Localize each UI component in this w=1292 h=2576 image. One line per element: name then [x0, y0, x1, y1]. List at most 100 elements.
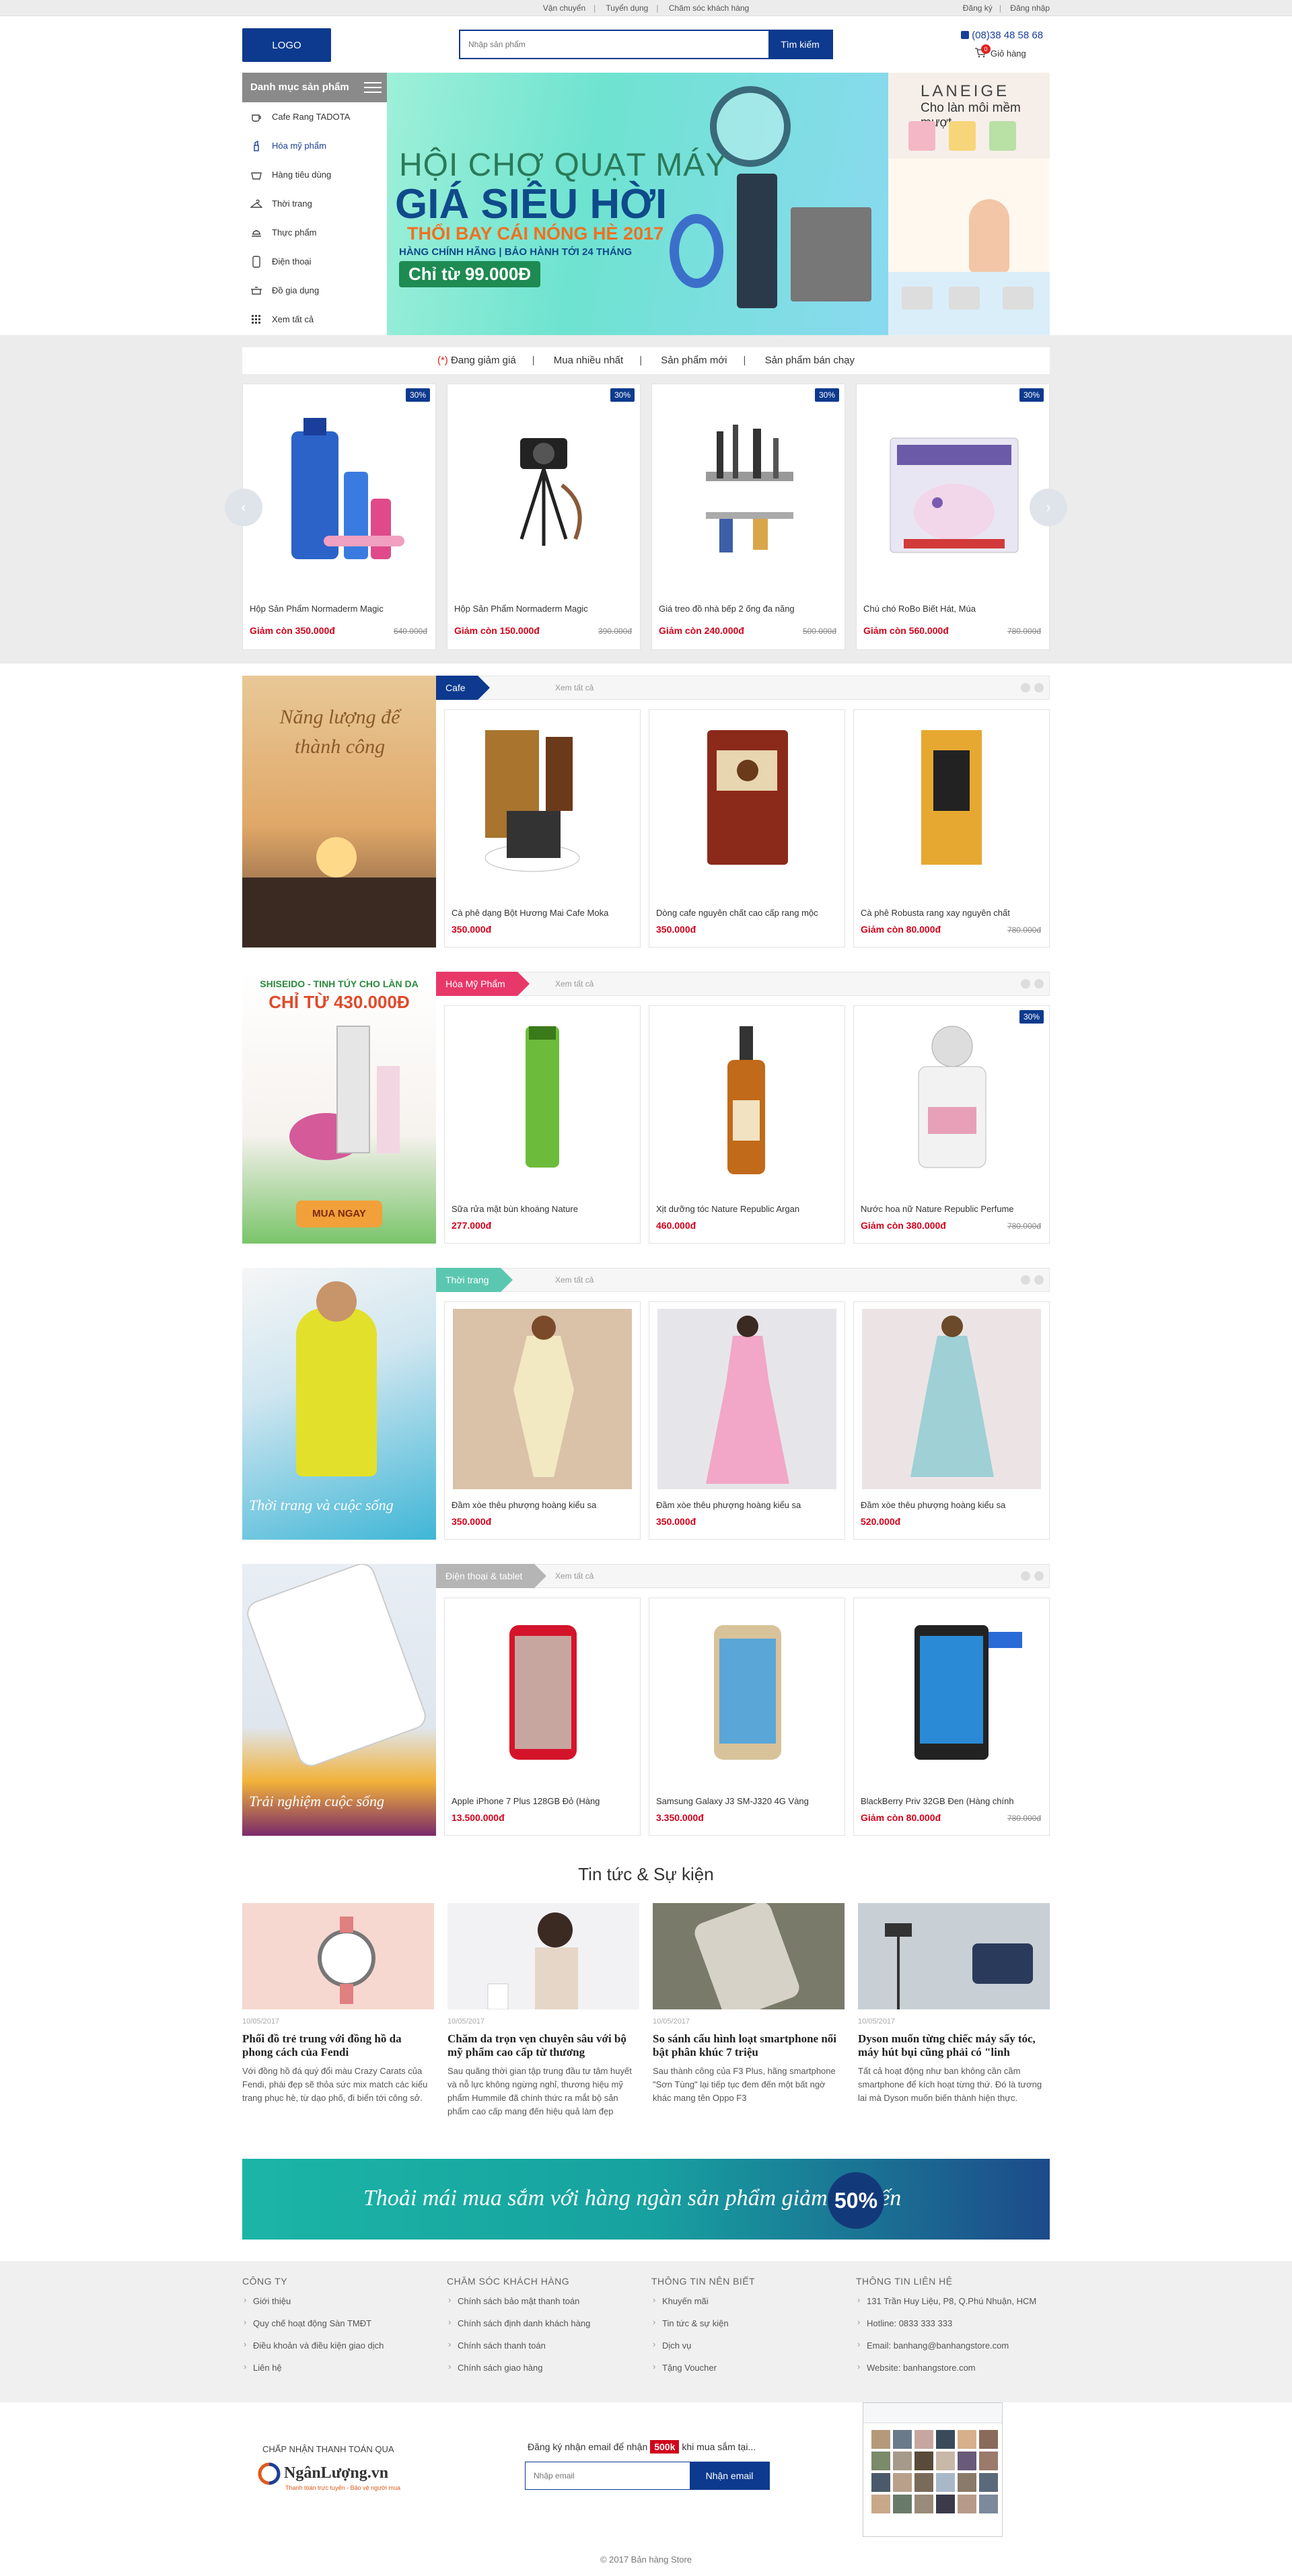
- block-tag-cafe[interactable]: Cafe: [436, 676, 490, 700]
- carousel-prev-button[interactable]: ‹: [225, 489, 262, 526]
- footer-link[interactable]: Chính sách thanh toán: [447, 2339, 590, 2363]
- top-link-jobs[interactable]: Tuyển dụng: [606, 3, 648, 13]
- view-all-link[interactable]: Xem tất cả: [555, 683, 594, 692]
- next-dot-button[interactable]: [1034, 1571, 1044, 1581]
- tab-best-buy[interactable]: Mua nhiều nhất: [554, 355, 623, 366]
- footer-link[interactable]: Dịch vụ: [651, 2339, 755, 2363]
- news-title[interactable]: Chăm da trọn vẹn chuyên sâu với bộ mỹ ph…: [447, 2032, 639, 2059]
- side-banner-kitchen[interactable]: [888, 159, 1050, 335]
- tab-best-selling[interactable]: Sản phẩm bán chạy: [765, 355, 855, 366]
- block-tag-phones[interactable]: Điện thoại & tablet: [436, 1564, 547, 1588]
- prev-dot-button[interactable]: [1021, 1571, 1030, 1581]
- register-link[interactable]: Đăng ký: [963, 3, 993, 13]
- nganluong-logo[interactable]: NgânLượng.vn Thanh toán trực tuyến - Bảo…: [257, 2462, 400, 2491]
- footer-link[interactable]: Khuyến mãi: [651, 2295, 755, 2318]
- product-card[interactable]: Xịt dưỡng tóc Nature Republic Argan 460.…: [649, 1005, 845, 1244]
- news-title[interactable]: Dyson muốn từng chiếc máy sấy tóc, máy h…: [858, 2032, 1050, 2059]
- footer-link[interactable]: Tin tức & sự kiện: [651, 2317, 755, 2340]
- view-all-link[interactable]: Xem tất cả: [555, 1275, 594, 1285]
- product-card[interactable]: 30% Nước hoa nữ Nature Republic Perfume …: [853, 1005, 1050, 1244]
- phones-promo-banner[interactable]: Trải nghiệm cuộc sống: [242, 1564, 436, 1836]
- category-item-cafe[interactable]: Cafe Rang TADOTA: [242, 102, 387, 131]
- side-banner-laneige[interactable]: LANEIGE Cho làn môi mềm mượt: [888, 73, 1050, 159]
- product-card[interactable]: Cà phê dạng Bột Hương Mai Cafe Moka 350.…: [444, 709, 641, 947]
- prev-dot-button[interactable]: [1021, 1275, 1030, 1285]
- category-item-consumer-goods[interactable]: Hàng tiêu dùng: [242, 160, 387, 189]
- search-input[interactable]: [460, 31, 768, 58]
- category-menu-header[interactable]: Danh mục sản phẩm: [242, 73, 387, 102]
- phones-promo-text: Trải nghiệm cuộc sống: [249, 1793, 385, 1810]
- product-card[interactable]: Đầm xòe thêu phượng hoàng kiểu sa 350.00…: [444, 1301, 641, 1540]
- news-card[interactable]: 10/05/2017 Chăm da trọn vẹn chuyên sâu v…: [447, 1903, 639, 2118]
- news-title[interactable]: So sánh cấu hình loạt smartphone nổi bật…: [653, 2032, 845, 2059]
- logo[interactable]: LOGO: [242, 28, 331, 62]
- footer-contact-email[interactable]: Email: banhang@banhangstore.com: [856, 2339, 1036, 2363]
- product-card[interactable]: 30% Chú chó RoBo Biết Hát, Múa Giảm còn …: [856, 384, 1050, 650]
- view-all-link[interactable]: Xem tất cả: [555, 979, 594, 989]
- block-nav: [1017, 979, 1044, 989]
- footer-link[interactable]: Giới thiệu: [242, 2295, 384, 2318]
- fashion-promo-banner[interactable]: Thời trang và cuộc sống: [242, 1268, 436, 1540]
- news-card[interactable]: 10/05/2017 Phối đồ trẻ trung với đồng hồ…: [242, 1903, 434, 2118]
- login-link[interactable]: Đăng nhập: [1010, 3, 1050, 13]
- footer-link[interactable]: Tặng Voucher: [651, 2361, 755, 2385]
- next-dot-button[interactable]: [1034, 683, 1044, 692]
- footer-contact-website[interactable]: Website: banhangstore.com: [856, 2361, 1036, 2385]
- news-title[interactable]: Phối đồ trẻ trung với đồng hồ da phong c…: [242, 2032, 434, 2059]
- product-card[interactable]: Sữa rửa mặt bùn khoáng Nature 277.000đ: [444, 1005, 641, 1244]
- facebook-widget-header: [863, 2403, 1002, 2423]
- category-item-household[interactable]: Đồ gia dụng: [242, 276, 387, 305]
- news-card[interactable]: 10/05/2017 Dyson muốn từng chiếc máy sấy…: [858, 1903, 1050, 2118]
- product-card[interactable]: BlackBerry Priv 32GB Đen (Hàng chính Giả…: [853, 1598, 1050, 1836]
- view-all-link[interactable]: Xem tất cả: [555, 1571, 594, 1581]
- product-card[interactable]: Dòng cafe nguyên chất cao cấp rang mộc 3…: [649, 709, 845, 947]
- product-card[interactable]: 30% Hộp Sản Phẩm Normaderm Magic Giảm cò…: [447, 384, 641, 650]
- subscribe-button[interactable]: Nhận email: [690, 2462, 769, 2489]
- footer-link[interactable]: Điều khoản và điều kiện giao dịch: [242, 2339, 384, 2363]
- promo-strip[interactable]: Thoải mái mua sắm với hàng ngàn sản phẩm…: [242, 2159, 1050, 2240]
- product-card[interactable]: Đầm xòe thêu phượng hoàng kiểu sa 520.00…: [853, 1301, 1050, 1540]
- footer-link[interactable]: Chính sách bảo mật thanh toán: [447, 2295, 590, 2318]
- product-card[interactable]: Apple iPhone 7 Plus 128GB Đỏ (Hàng 13.50…: [444, 1598, 641, 1836]
- block-tag-cosmetics[interactable]: Hóa Mỹ Phẩm: [436, 972, 530, 996]
- product-price: Giảm còn 150.000đ: [454, 625, 540, 636]
- category-item-view-all[interactable]: Xem tất cả: [242, 305, 387, 334]
- next-dot-button[interactable]: [1034, 1275, 1044, 1285]
- block-tag-fashion[interactable]: Thời trang: [436, 1268, 513, 1292]
- news-card[interactable]: 10/05/2017 So sánh cấu hình loạt smartph…: [653, 1903, 845, 2118]
- facebook-widget[interactable]: [863, 2402, 1003, 2537]
- hamburger-icon[interactable]: [364, 82, 382, 96]
- product-card[interactable]: Samsung Galaxy J3 SM-J320 4G Vàng 3.350.…: [649, 1598, 845, 1836]
- carousel-next-button[interactable]: ›: [1030, 489, 1067, 526]
- next-dot-button[interactable]: [1034, 979, 1044, 989]
- product-card[interactable]: Cà phê Robusta rang xay nguyên chất Giảm…: [853, 709, 1050, 947]
- cosmetics-promo-banner[interactable]: SHISEIDO - TINH TÚY CHO LÀN DA CHỈ TỪ 43…: [242, 972, 436, 1244]
- product-card[interactable]: 30% Hộp Sản Phẩm Normaderm Magic Giảm cò…: [242, 384, 436, 650]
- category-item-food[interactable]: Thực phẩm: [242, 218, 387, 247]
- hero-banner[interactable]: HỘI CHỢ QUẠT MÁY GIÁ SIÊU HỜI THỔI BAY C…: [387, 73, 888, 335]
- footer-link[interactable]: Chính sách giao hàng: [447, 2361, 590, 2385]
- search-button[interactable]: Tìm kiếm: [768, 31, 832, 58]
- cart[interactable]: 0 Giỏ hàng: [975, 44, 1026, 59]
- email-input[interactable]: [526, 2462, 690, 2489]
- category-item-cosmetics[interactable]: Hóa mỹ phẩm: [242, 131, 387, 160]
- prev-dot-button[interactable]: [1021, 979, 1030, 989]
- prev-dot-button[interactable]: [1021, 683, 1030, 692]
- product-card[interactable]: Đầm xòe thêu phượng hoàng kiểu sa 350.00…: [649, 1301, 845, 1540]
- cafe-promo-text: Năng lượng để thành công: [279, 706, 400, 758]
- footer-link[interactable]: Chính sách định danh khách hàng: [447, 2317, 590, 2340]
- category-item-phones[interactable]: Điện thoại: [242, 247, 387, 276]
- top-link-support[interactable]: Chăm sóc khách hàng: [669, 3, 749, 13]
- buy-now-button[interactable]: MUA NGAY: [296, 1201, 382, 1227]
- product-card[interactable]: 30% Giá treo đồ nhà bếp 2 ống đa năng Gi…: [651, 384, 845, 650]
- tab-new[interactable]: Sản phẩm mới: [661, 355, 727, 366]
- top-link-shipping[interactable]: Vận chuyển: [543, 3, 585, 13]
- cafe-promo-banner[interactable]: Năng lượng để thành công: [242, 676, 436, 947]
- nganluong-brand: NgânLượng.vn: [284, 2464, 389, 2482]
- footer-link[interactable]: Quy chế hoạt động Sàn TMĐT: [242, 2317, 384, 2340]
- tab-on-sale[interactable]: Đang giảm giá: [451, 355, 516, 366]
- top-links: Vận chuyển | Tuyển dụng | Chăm sóc khách h…: [542, 3, 750, 13]
- laneige-logo: LANEIGE: [921, 82, 1010, 100]
- category-item-fashion[interactable]: Thời trang: [242, 189, 387, 218]
- footer-link[interactable]: Liên hệ: [242, 2361, 384, 2385]
